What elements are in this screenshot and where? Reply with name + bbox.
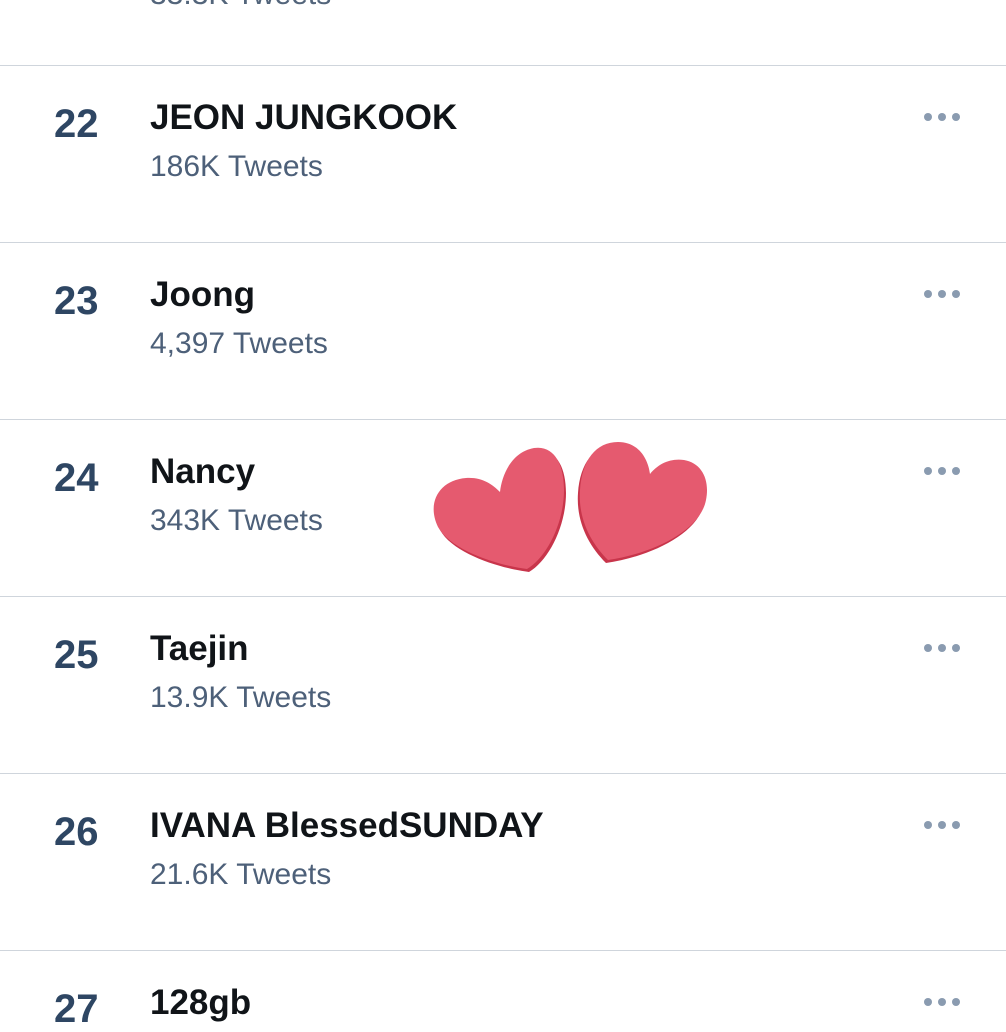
trend-row-23[interactable]: 23 Joong 4,397 Tweets (0, 243, 1006, 419)
trend-tweet-count: 343K Tweets (150, 504, 323, 537)
trend-topic: IVANA BlessedSUNDAY (150, 806, 544, 845)
more-options-icon[interactable] (918, 464, 966, 478)
trend-rank: 23 (54, 279, 99, 323)
twin-hearts-sticker (433, 442, 708, 572)
heart-right-icon (577, 442, 708, 563)
trend-row-25[interactable]: 25 Taejin 13.9K Tweets (0, 597, 1006, 773)
trend-tweet-count: 4,397 Tweets (150, 327, 328, 360)
trend-row-27[interactable]: 27 128gb (0, 951, 1006, 1031)
trend-rank: 25 (54, 633, 99, 677)
trend-topic: 128gb (150, 983, 252, 1022)
trend-row-26[interactable]: 26 IVANA BlessedSUNDAY 21.6K Tweets (0, 774, 1006, 950)
trend-topic: JEON JUNGKOOK (150, 98, 458, 137)
more-options-icon[interactable] (918, 995, 966, 1009)
trend-topic: Joong (150, 275, 255, 314)
trend-row-22[interactable]: 22 JEON JUNGKOOK 186K Tweets (0, 66, 1006, 242)
more-options-icon[interactable] (918, 818, 966, 832)
trend-topic: Taejin (150, 629, 249, 668)
trend-rank: 26 (54, 810, 99, 854)
trend-tweet-count-partial: 33.3K Tweets (150, 0, 331, 12)
heart-left-icon (433, 447, 566, 572)
trends-list: 33.3K Tweets 22 JEON JUNGKOOK 186K Tweet… (0, 0, 1006, 1031)
trend-rank: 22 (54, 102, 99, 146)
more-options-icon[interactable] (918, 287, 966, 301)
more-options-icon[interactable] (918, 110, 966, 124)
trend-rank: 27 (54, 987, 99, 1031)
more-options-icon[interactable] (918, 641, 966, 655)
trend-rank: 24 (54, 456, 99, 500)
trend-topic: Nancy (150, 452, 256, 491)
trend-tweet-count: 13.9K Tweets (150, 681, 332, 714)
trend-tweet-count: 21.6K Tweets (150, 858, 332, 891)
trend-tweet-count: 186K Tweets (150, 150, 323, 183)
